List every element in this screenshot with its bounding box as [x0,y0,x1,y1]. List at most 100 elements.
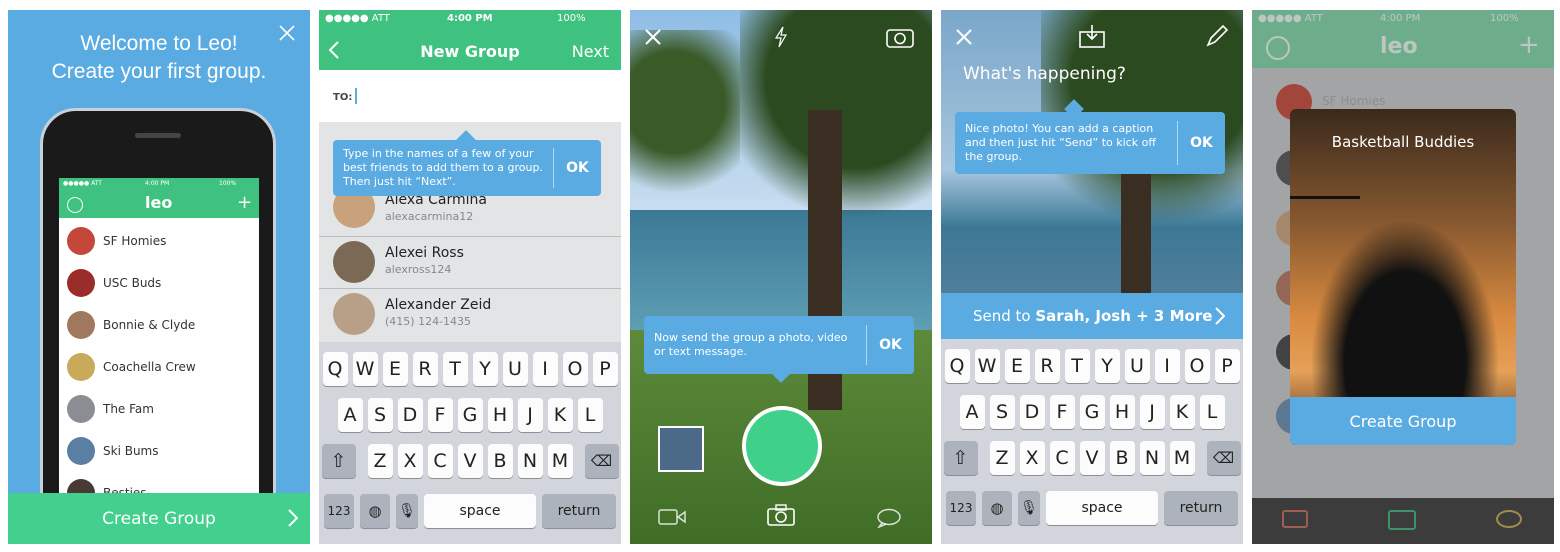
key-h[interactable]: H [487,398,513,432]
key-x[interactable]: X [397,444,423,478]
key-v[interactable]: V [457,444,483,478]
numbers-key[interactable]: 123 [324,494,354,528]
list-item[interactable]: Ski Bums [59,430,259,472]
key-p[interactable]: P [1214,349,1240,383]
list-item[interactable]: Alexei Ross alexross124 [319,236,621,288]
list-item[interactable]: SF Homies [59,220,259,262]
space-key[interactable]: space [1046,491,1158,525]
video-icon[interactable] [658,508,686,530]
key-s[interactable]: S [367,398,393,432]
key-j[interactable]: J [1139,395,1165,429]
key-f[interactable]: F [427,398,453,432]
draw-icon[interactable] [1205,24,1229,52]
key-j[interactable]: J [517,398,543,432]
send-to-bar[interactable]: Send to Sarah, Josh + 3 More [941,293,1243,339]
group-card-title: Basketball Buddies [1331,133,1475,151]
key-p[interactable]: P [592,352,618,386]
key-i[interactable]: I [532,352,558,386]
download-icon[interactable] [1079,24,1105,52]
key-w[interactable]: W [352,352,378,386]
create-group-button[interactable]: Create Group [8,493,310,544]
key-m[interactable]: M [1169,441,1195,475]
key-y[interactable]: Y [1094,349,1120,383]
list-item[interactable]: Bonnie & Clyde [59,304,259,346]
key-h[interactable]: H [1109,395,1135,429]
key-y[interactable]: Y [472,352,498,386]
key-q[interactable]: Q [322,352,348,386]
key-w[interactable]: W [974,349,1000,383]
key-t[interactable]: T [442,352,468,386]
shift-icon[interactable]: ⇧ [943,441,978,475]
key-n[interactable]: N [517,444,543,478]
shutter-button[interactable] [742,406,822,486]
tooltip-ok-button[interactable]: OK [553,148,601,188]
space-key[interactable]: space [424,494,536,528]
key-o[interactable]: O [1184,349,1210,383]
key-i[interactable]: I [1154,349,1180,383]
add-icon[interactable]: + [237,192,252,213]
key-d[interactable]: D [397,398,423,432]
key-l[interactable]: L [1199,395,1225,429]
key-b[interactable]: B [487,444,513,478]
key-m[interactable]: M [547,444,573,478]
caption-input[interactable]: What's happening? [963,64,1126,84]
key-a[interactable]: A [959,395,985,429]
key-b[interactable]: B [1109,441,1135,475]
key-z[interactable]: Z [989,441,1015,475]
key-r[interactable]: R [1034,349,1060,383]
microphone-icon[interactable]: 🎙 [1018,491,1040,525]
key-s[interactable]: S [989,395,1015,429]
camera-icon[interactable] [767,504,795,530]
key-u[interactable]: U [1124,349,1150,383]
key-t[interactable]: T [1064,349,1090,383]
gallery-thumbnail[interactable] [658,426,704,472]
key-r[interactable]: R [412,352,438,386]
key-v[interactable]: V [1079,441,1105,475]
tooltip-ok-button[interactable]: OK [1177,121,1225,165]
key-u[interactable]: U [502,352,528,386]
next-button[interactable]: Next [572,42,609,61]
avatar [67,269,95,297]
key-f[interactable]: F [1049,395,1075,429]
key-l[interactable]: L [577,398,603,432]
flash-icon[interactable] [773,26,789,52]
list-item[interactable]: Coachella Crew [59,346,259,388]
backspace-icon[interactable]: ⌫ [584,444,619,478]
key-o[interactable]: O [562,352,588,386]
key-n[interactable]: N [1139,441,1165,475]
key-q[interactable]: Q [944,349,970,383]
flip-camera-icon[interactable] [886,26,914,52]
key-k[interactable]: K [1169,395,1195,429]
key-g[interactable]: G [457,398,483,432]
close-icon[interactable] [644,28,662,50]
list-item[interactable]: USC Buds [59,262,259,304]
key-z[interactable]: Z [367,444,393,478]
microphone-icon[interactable]: 🎙 [396,494,418,528]
key-k[interactable]: K [547,398,573,432]
shift-icon[interactable]: ⇧ [321,444,356,478]
backspace-icon[interactable]: ⌫ [1206,441,1241,475]
key-c[interactable]: C [1049,441,1075,475]
list-item[interactable]: Alexander Zeid (415) 124-1435 [319,288,621,342]
message-icon[interactable] [876,508,902,532]
key-x[interactable]: X [1019,441,1045,475]
key-g[interactable]: G [1079,395,1105,429]
list-item[interactable]: The Fam [59,388,259,430]
profile-icon[interactable] [67,197,83,213]
return-key[interactable]: return [1164,491,1238,525]
key-e[interactable]: E [1004,349,1030,383]
tooltip-ok-button[interactable]: OK [866,324,914,366]
create-group-button[interactable]: Create Group [1290,397,1516,445]
globe-icon[interactable]: ◍ [360,494,390,528]
to-field[interactable]: TO: [319,70,621,122]
nav-bar: ●●●●● ATT 4:00 PM 100% New Group Next [319,10,621,70]
globe-icon[interactable]: ◍ [982,491,1012,525]
key-a[interactable]: A [337,398,363,432]
close-icon[interactable] [955,28,973,50]
chevron-right-icon [1215,307,1226,329]
numbers-key[interactable]: 123 [946,491,976,525]
return-key[interactable]: return [542,494,616,528]
key-d[interactable]: D [1019,395,1045,429]
key-c[interactable]: C [427,444,453,478]
key-e[interactable]: E [382,352,408,386]
